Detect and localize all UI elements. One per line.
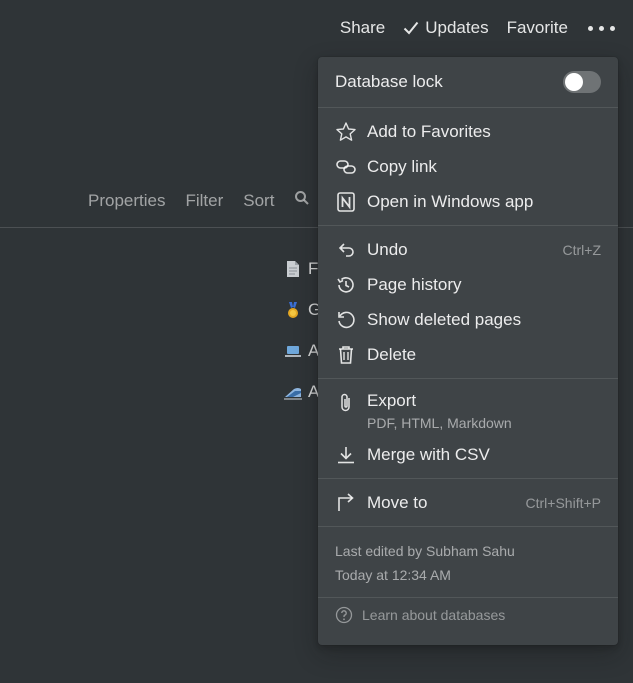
undo-shortcut: Ctrl+Z [562,241,602,258]
open-in-app-item[interactable]: Open in Windows app [318,184,618,219]
add-to-favorites-label: Add to Favorites [367,121,491,141]
history-icon [335,274,357,296]
last-edited-time: Today at 12:34 AM [335,567,451,583]
updates-button[interactable]: Updates [403,18,489,38]
sort-button[interactable]: Sort [243,191,274,211]
merge-csv-item[interactable]: Merge with CSV [318,437,618,472]
page: Share Updates Favorite Properties Filter… [0,0,633,683]
move-to-label: Move to [367,492,428,512]
learn-about-databases-link[interactable]: Learn about databases [318,598,618,632]
menu-section-export: Export PDF, HTML, Markdown Merge with CS… [318,379,618,478]
updates-label: Updates [425,18,489,37]
trash-icon [335,344,357,366]
filter-button[interactable]: Filter [185,191,223,211]
copy-link-item[interactable]: Copy link [318,149,618,184]
delete-label: Delete [367,344,417,364]
list-item[interactable]: A [284,371,321,412]
favorite-button[interactable]: Favorite [507,18,568,38]
last-edited-by: Last edited by Subham Sahu [335,543,515,559]
check-icon [403,21,419,35]
database-lock-item[interactable]: Database lock [318,57,618,107]
favorite-label: Favorite [506,18,568,37]
properties-button[interactable]: Properties [88,191,165,211]
menu-section-share: Add to Favorites Copy link Open in Windo… [318,108,618,225]
help-icon [335,606,353,624]
page-history-item[interactable]: Page history [318,267,618,302]
open-in-app-label: Open in Windows app [367,191,534,211]
more-icon[interactable] [586,25,615,31]
restore-icon [335,309,357,331]
search-icon[interactable] [294,190,310,211]
notion-logo-icon [335,191,357,213]
star-icon [335,121,357,143]
topbar: Share Updates Favorite [340,18,615,38]
move-to-shortcut: Ctrl+Shift+P [525,494,601,511]
move-arrow-icon [335,492,357,514]
merge-csv-label: Merge with CSV [367,444,490,464]
menu-section-move: Move to Ctrl+Shift+P [318,479,618,526]
database-rows: F G A A [284,248,321,412]
export-item[interactable]: Export PDF, HTML, Markdown [318,385,618,437]
export-formats: PDF, HTML, Markdown [367,415,512,431]
undo-item[interactable]: Undo Ctrl+Z [318,232,618,267]
view-toolbar: Properties Filter Sort [88,190,310,211]
delete-item[interactable]: Delete [318,337,618,372]
paperclip-icon [335,392,357,414]
row-title: F [308,258,319,278]
move-to-item[interactable]: Move to Ctrl+Shift+P [318,485,618,520]
page-options-menu: Database lock Add to Favorites Copy link [318,57,618,645]
list-item[interactable]: F [284,248,321,289]
share-button[interactable]: Share [340,18,385,38]
share-label: Share [339,18,386,37]
database-lock-label: Database lock [335,72,443,91]
undo-label: Undo [367,239,408,259]
link-icon [335,156,357,178]
toggle-knob [565,73,583,91]
page-history-label: Page history [367,274,462,294]
add-to-favorites-item[interactable]: Add to Favorites [318,114,618,149]
download-icon [335,444,357,466]
train-icon [284,383,302,401]
export-text-block: Export PDF, HTML, Markdown [367,391,601,431]
undo-icon [335,239,357,261]
show-deleted-item[interactable]: Show deleted pages [318,302,618,337]
last-edited-info: Last edited by Subham Sahu Today at 12:3… [318,527,618,597]
list-item[interactable]: A [284,330,321,371]
export-label: Export [367,391,417,410]
list-item[interactable]: G [284,289,321,330]
medal-icon [284,301,302,319]
database-lock-toggle[interactable] [563,71,601,93]
page-icon [284,260,302,278]
learn-label: Learn about databases [362,607,506,623]
laptop-icon [284,342,302,360]
menu-section-edit: Undo Ctrl+Z Page history Show deleted pa… [318,226,618,378]
copy-link-label: Copy link [367,156,437,176]
show-deleted-label: Show deleted pages [367,309,522,329]
